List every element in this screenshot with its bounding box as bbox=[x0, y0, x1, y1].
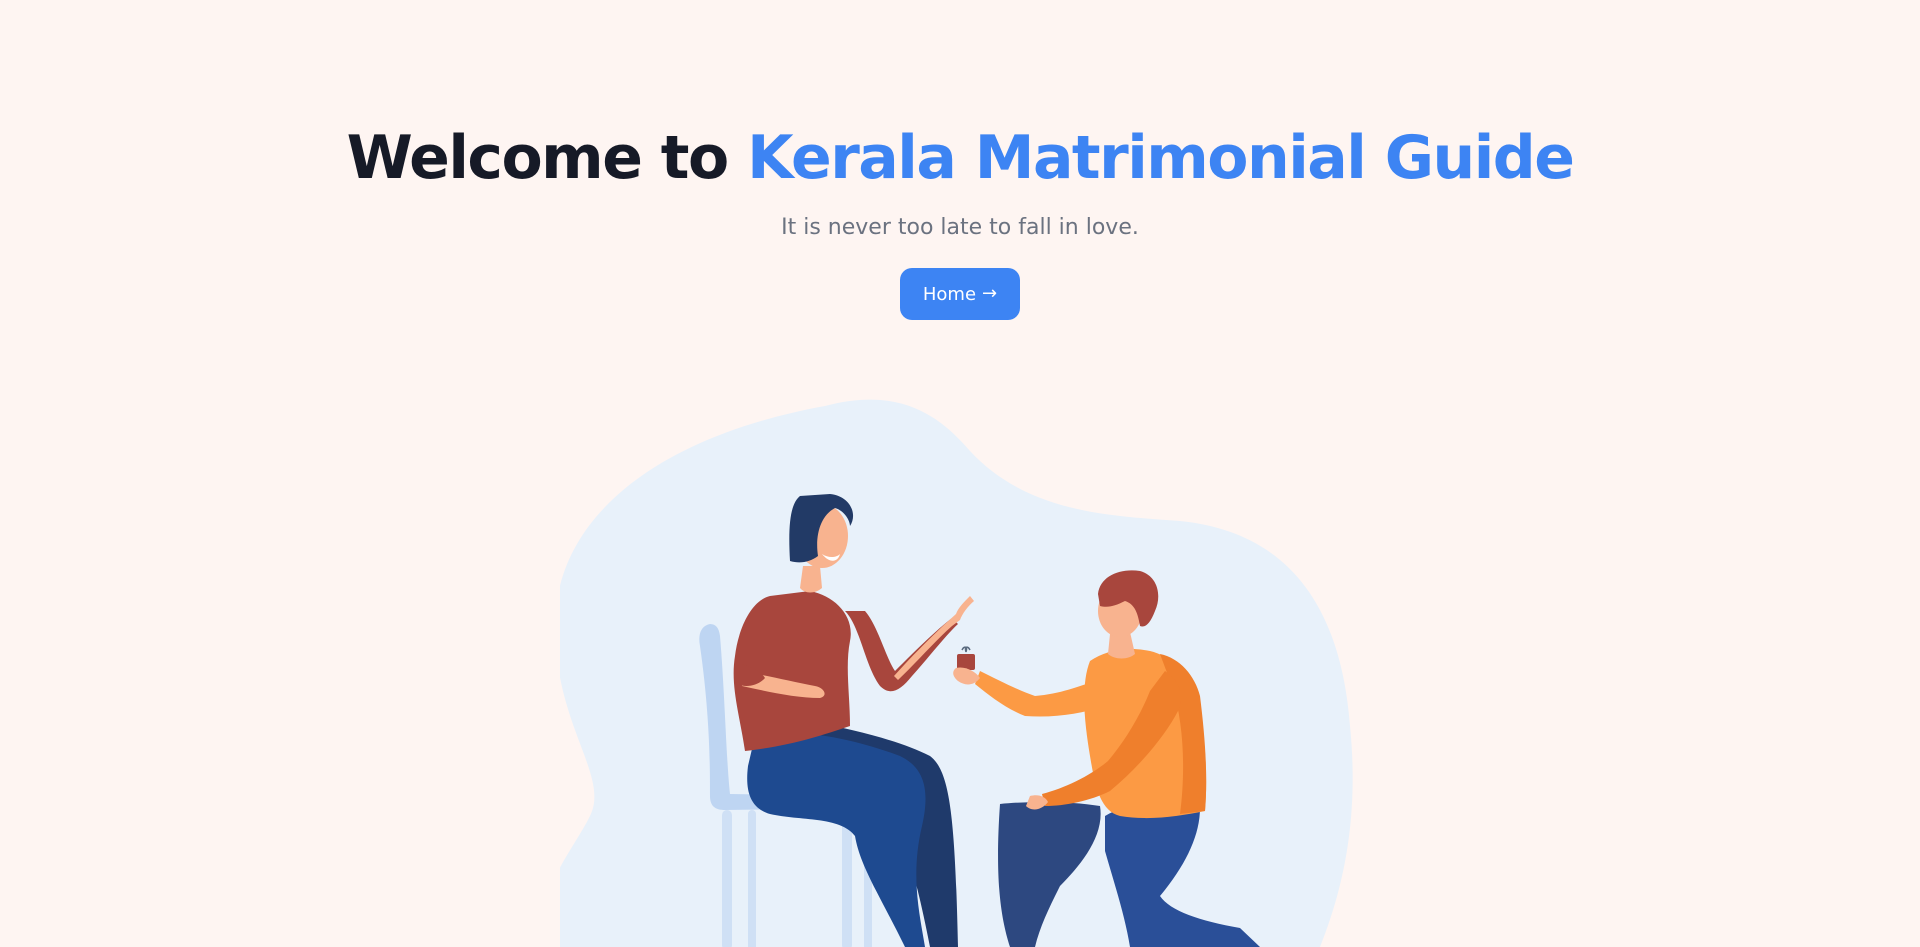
page-subtitle: It is never too late to fall in love. bbox=[781, 215, 1139, 240]
page-title: Welcome to Kerala Matrimonial Guide bbox=[0, 118, 1920, 198]
proposal-illustration bbox=[560, 399, 1353, 947]
home-button[interactable]: Home → bbox=[900, 268, 1020, 320]
title-prefix: Welcome to bbox=[346, 123, 730, 193]
title-accent: Kerala Matrimonial Guide bbox=[747, 123, 1575, 193]
arrow-right-icon: → bbox=[982, 283, 998, 304]
home-button-label: Home bbox=[922, 283, 977, 305]
landing-page: Welcome to Kerala Matrimonial Guide It i… bbox=[0, 0, 1920, 947]
